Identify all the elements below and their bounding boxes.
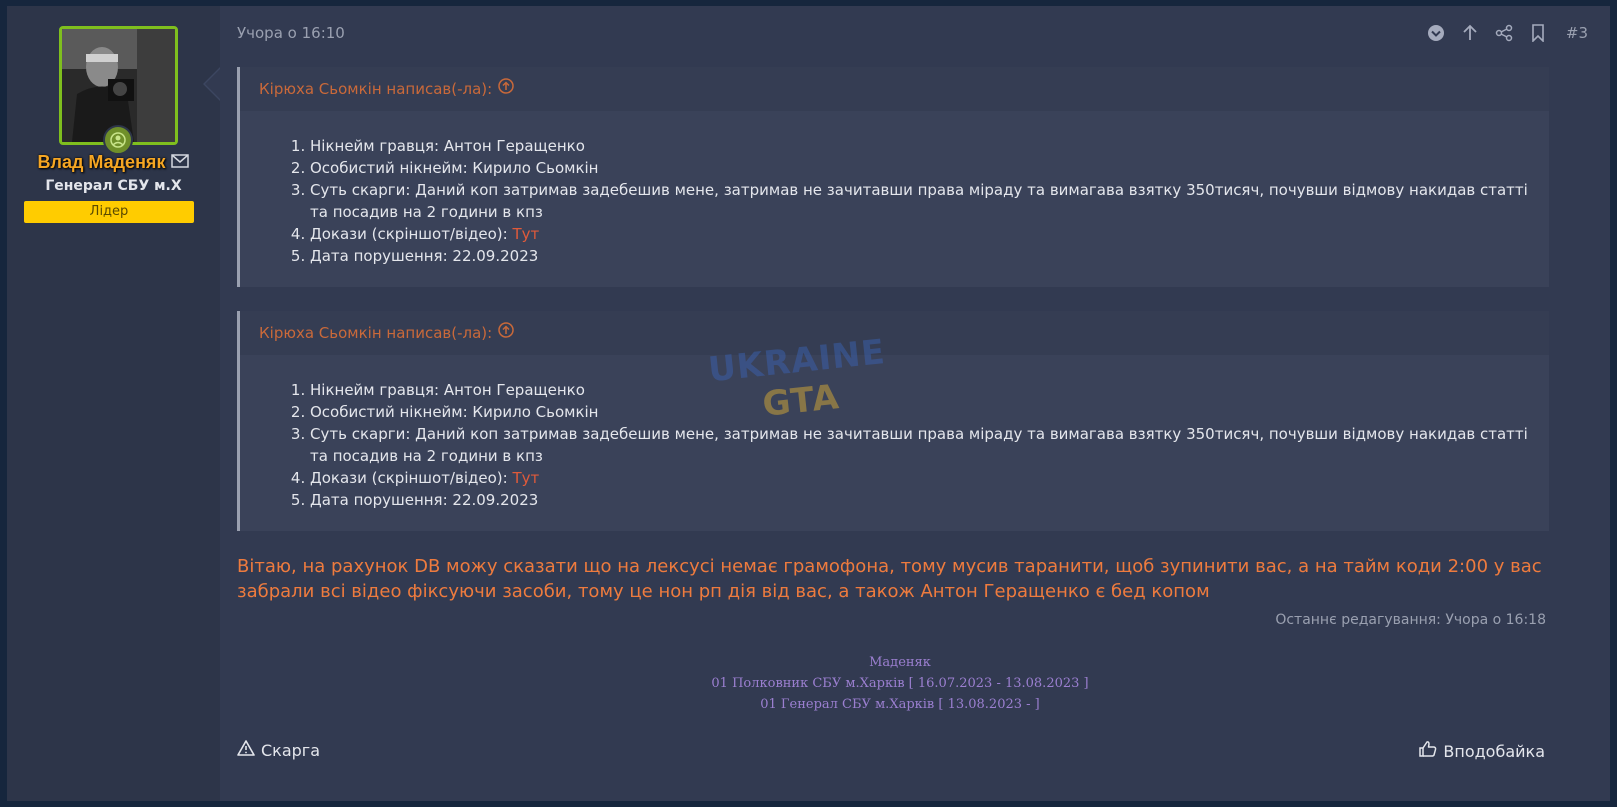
chevron-down-circle-icon[interactable] <box>1426 23 1446 43</box>
like-label: Вподобайка <box>1443 741 1545 761</box>
list-item: Дата порушення: 22.09.2023 <box>310 489 1529 511</box>
user-info-column: Влад Маденяк Генерал СБУ м.Х Лідер <box>7 6 220 801</box>
signature: Маденяк 01 Полковник СБУ м.Харків [ 16.0… <box>600 652 1200 715</box>
reply-text: Вітаю, на рахунок DB можу сказати що на … <box>237 556 1542 602</box>
list-item: Суть скарги: Даний коп затримав задебеши… <box>310 179 1529 223</box>
arrow-up-circle-icon[interactable] <box>498 67 514 111</box>
username-text[interactable]: Влад Маденяк <box>38 152 166 173</box>
post-date[interactable]: Учора о 16:10 <box>237 24 345 42</box>
post-container: Влад Маденяк Генерал СБУ м.Х Лідер Учора… <box>7 6 1610 801</box>
user-online-icon <box>103 125 133 155</box>
post-number-link[interactable]: #3 <box>1566 24 1588 42</box>
user-banner: Лідер <box>24 201 194 223</box>
list-item: Докази (скріншот/відео): Тут <box>310 223 1529 245</box>
quote-content: Нікнейм гравця: Антон Геращенко Особисти… <box>240 111 1549 287</box>
evidence-link[interactable]: Тут <box>512 469 539 487</box>
list-item-text: Докази (скріншот/відео): <box>310 225 513 243</box>
message-main: Учора о 16:10 #3 Кірюха Сьомкін написав(… <box>220 6 1610 801</box>
signature-line: Маденяк <box>869 655 931 670</box>
list-item: Суть скарги: Даний коп затримав задебеши… <box>310 423 1529 467</box>
edit-notice: Останнє редагування: Учора о 16:18 <box>1275 612 1546 628</box>
arrow-up-circle-icon[interactable] <box>498 311 514 355</box>
signature-line: 01 Полковник СБУ м.Харків [ 16.07.2023 -… <box>711 676 1089 691</box>
envelope-icon[interactable] <box>171 152 190 173</box>
quote-header[interactable]: Кірюха Сьомкін написав(-ла): <box>240 67 1549 111</box>
list-item: Особистий нікнейм: Кирило Сьомкін <box>310 401 1529 423</box>
share-icon[interactable] <box>1494 23 1514 43</box>
quote-block: Кірюха Сьомкін написав(-ла): Нікнейм гра… <box>237 67 1549 287</box>
report-button[interactable]: Скарга <box>237 740 320 760</box>
evidence-link[interactable]: Тут <box>512 225 539 243</box>
signature-line: 01 Генерал СБУ м.Харків [ 13.08.2023 - ] <box>760 697 1040 712</box>
message-arrow <box>203 66 222 102</box>
user-title: Генерал СБУ м.Х <box>45 178 182 194</box>
quote-author[interactable]: Кірюха Сьомкін написав(-ла): <box>259 67 492 111</box>
arrow-up-icon[interactable] <box>1460 23 1480 43</box>
like-button[interactable]: Вподобайка <box>1419 740 1545 762</box>
list-item-text: Докази (скріншот/відео): <box>310 469 513 487</box>
report-label: Скарга <box>261 740 321 760</box>
list-item: Особистий нікнейм: Кирило Сьомкін <box>310 157 1529 179</box>
list-item: Докази (скріншот/відео): Тут <box>310 467 1529 489</box>
list-item: Дата порушення: 22.09.2023 <box>310 245 1529 267</box>
list-item: Нікнейм гравця: Антон Геращенко <box>310 135 1529 157</box>
warning-icon <box>237 740 255 760</box>
thumbs-up-icon <box>1419 740 1437 762</box>
username[interactable]: Влад Маденяк <box>7 152 220 173</box>
bookmark-icon[interactable] <box>1528 23 1548 43</box>
quote-author[interactable]: Кірюха Сьомкін написав(-ла): <box>259 311 492 355</box>
list-item: Нікнейм гравця: Антон Геращенко <box>310 379 1529 401</box>
post-actions: #3 <box>1426 23 1588 43</box>
